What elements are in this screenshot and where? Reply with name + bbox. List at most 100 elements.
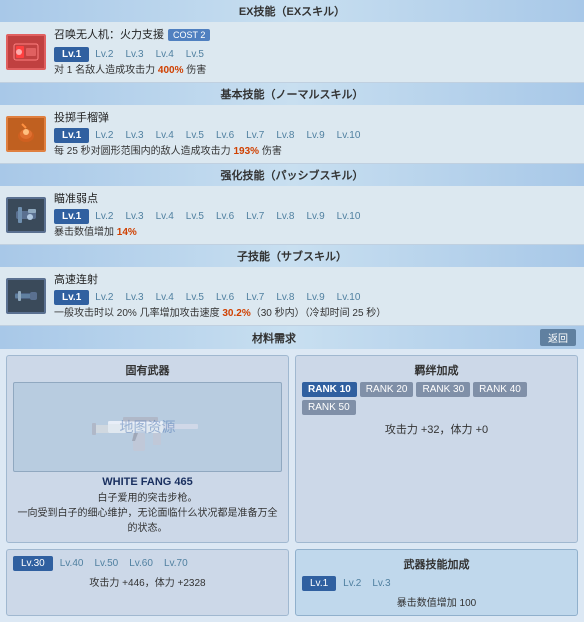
sub-lv2[interactable]: Lv.2 [89,290,119,305]
sub-lv9[interactable]: Lv.9 [300,290,330,305]
weapon-skill-panel: 武器技能加成 Lv.1 Lv.2 Lv.3 暴击数值增加 100 [295,549,578,616]
rank-10-button[interactable]: RANK 10 [302,382,357,397]
bonus-panel-title: 羁绊加成 [302,362,571,378]
materials-header: 材料需求 返回 [0,326,584,349]
enhance-skill-content: 瞄准弱点 Lv.1 Lv.2 Lv.3 Lv.4 Lv.5 Lv.6 Lv.7 … [54,190,578,240]
ex-lv4[interactable]: Lv.4 [150,47,180,62]
ex-skill-icon [6,34,46,70]
weapon-skill-header: 武器技能加成 [302,556,571,572]
basic-lv5[interactable]: Lv.5 [180,128,210,143]
enhance-lv4[interactable]: Lv.4 [150,209,180,224]
bonus-panel: 羁绊加成 RANK 10 RANK 20 RANK 30 RANK 40 RAN… [295,355,578,543]
weapon-desc: 白子爱用的突击步枪。 一向受到白子的细心维护，无论面临什么状况都是准备万全的状态… [13,491,282,536]
enhance-skill-name: 瞄准弱点 [54,193,98,205]
sub-skill-content: 高速连射 Lv.1 Lv.2 Lv.3 Lv.4 Lv.5 Lv.6 Lv.7 … [54,271,578,321]
enhance-skill-icon [6,197,46,233]
sub-skill-icon [6,278,46,314]
ex-lv1[interactable]: Lv.1 [54,47,89,62]
sub-lv6[interactable]: Lv.6 [210,290,240,305]
sub-lv5[interactable]: Lv.5 [180,290,210,305]
sub-lv1[interactable]: Lv.1 [54,290,89,305]
enhance-lv6[interactable]: Lv.6 [210,209,240,224]
basic-lv1[interactable]: Lv.1 [54,128,89,143]
enhance-lv9[interactable]: Lv.9 [300,209,330,224]
ws-lv2-button[interactable]: Lv.2 [339,576,365,591]
enhance-skill-header: 强化技能（パッシブスキル） [0,164,584,186]
sub-skill-desc: 一般攻击时以 20% 几率增加攻击速度 30.2%（30 秒内）（冷却时间 25… [54,307,578,321]
sub-lv10[interactable]: Lv.10 [331,290,367,305]
enhance-lv7[interactable]: Lv.7 [240,209,270,224]
basic-skill-name: 投掷手榴弹 [54,112,109,124]
sub-lv8[interactable]: Lv.8 [270,290,300,305]
basic-skill-section: 基本技能（ノーマルスキル） 投掷手榴弹 Lv.1 Lv.2 Lv.3 Lv.4 … [0,83,584,164]
enhance-lv3[interactable]: Lv.3 [119,209,149,224]
ex-skill-desc: 对 1 名敌人造成攻击力 400% 伤害 [54,64,578,78]
lv30-button[interactable]: Lv.30 [13,556,53,571]
lv70-button[interactable]: Lv.70 [160,556,192,571]
ws-lv1-button[interactable]: Lv.1 [302,576,336,591]
ex-lv5[interactable]: Lv.5 [180,47,210,62]
weapon-svg [88,397,208,457]
weapon-name: WHITE FANG 465 [13,476,282,488]
materials-header-title: 材料需求 [8,330,540,346]
lv50-button[interactable]: Lv.50 [90,556,122,571]
ex-lv2[interactable]: Lv.2 [89,47,119,62]
rank-buttons: RANK 10 RANK 20 RANK 30 RANK 40 RANK 50 [302,382,571,415]
basic-lv6[interactable]: Lv.6 [210,128,240,143]
cost-badge: COST 2 [168,29,210,41]
rank-20-button[interactable]: RANK 20 [360,382,414,397]
basic-lv7[interactable]: Lv.7 [240,128,270,143]
enhance-lv2[interactable]: Lv.2 [89,209,119,224]
return-button[interactable]: 返回 [540,329,576,346]
materials-body: 固有武器 [0,349,584,549]
sub-lv4[interactable]: Lv.4 [150,290,180,305]
basic-skill-row: 投掷手榴弹 Lv.1 Lv.2 Lv.3 Lv.4 Lv.5 Lv.6 Lv.7… [0,105,584,164]
level-items: Lv.30 Lv.40 Lv.50 Lv.60 Lv.70 [13,556,282,571]
ws-lv3-button[interactable]: Lv.3 [368,576,394,591]
bottom-row: Lv.30 Lv.40 Lv.50 Lv.60 Lv.70 攻击力 +446，体… [0,549,584,622]
enhance-skill-section: 强化技能（パッシブスキル） 瞄准弱点 Lv.1 Lv.2 Lv.3 Lv.4 L… [0,164,584,245]
enhance-lv10[interactable]: Lv.10 [331,209,367,224]
lv60-button[interactable]: Lv.60 [125,556,157,571]
enhance-skill-desc: 暴击数值增加 14% [54,226,578,240]
ex-skill-content: 召唤无人机：火力支援 COST 2 Lv.1 Lv.2 Lv.3 Lv.4 Lv… [54,26,578,78]
ex-skill-name: 召唤无人机：火力支援 [54,26,164,42]
weapon-image-area: 地图资源 [13,382,282,472]
enhance-level-bar: Lv.1 Lv.2 Lv.3 Lv.4 Lv.5 Lv.6 Lv.7 Lv.8 … [54,209,578,224]
enhance-lv5[interactable]: Lv.5 [180,209,210,224]
basic-level-bar: Lv.1 Lv.2 Lv.3 Lv.4 Lv.5 Lv.6 Lv.7 Lv.8 … [54,128,578,143]
weapon-skill-stat: 暴击数值增加 100 [302,594,571,609]
weapon-skill-level-items: Lv.1 Lv.2 Lv.3 [302,576,571,591]
sub-skill-name: 高速连射 [54,274,98,286]
rank-30-button[interactable]: RANK 30 [416,382,470,397]
weapon-panel: 固有武器 [6,355,289,543]
rank-50-button[interactable]: RANK 50 [302,400,356,415]
basic-lv10[interactable]: Lv.10 [331,128,367,143]
sub-skill-header: 子技能（サブスキル） [0,245,584,267]
basic-lv3[interactable]: Lv.3 [119,128,149,143]
lv40-button[interactable]: Lv.40 [56,556,88,571]
ex-skill-row: 召唤无人机：火力支援 COST 2 Lv.1 Lv.2 Lv.3 Lv.4 Lv… [0,22,584,83]
enhance-lv1[interactable]: Lv.1 [54,209,89,224]
basic-lv8[interactable]: Lv.8 [270,128,300,143]
basic-lv9[interactable]: Lv.9 [300,128,330,143]
rank-40-button[interactable]: RANK 40 [473,382,527,397]
level-panel: Lv.30 Lv.40 Lv.50 Lv.60 Lv.70 攻击力 +446，体… [6,549,289,616]
basic-skill-content: 投掷手榴弹 Lv.1 Lv.2 Lv.3 Lv.4 Lv.5 Lv.6 Lv.7… [54,109,578,159]
sub-skill-section: 子技能（サブスキル） 高速连射 Lv.1 Lv.2 Lv.3 Lv.4 Lv.5… [0,245,584,326]
enhance-skill-row: 瞄准弱点 Lv.1 Lv.2 Lv.3 Lv.4 Lv.5 Lv.6 Lv.7 … [0,186,584,245]
weapon-panel-title: 固有武器 [13,362,282,378]
materials-section: 材料需求 返回 固有武器 [0,326,584,622]
sub-level-bar: Lv.1 Lv.2 Lv.3 Lv.4 Lv.5 Lv.6 Lv.7 Lv.8 … [54,290,578,305]
basic-lv4[interactable]: Lv.4 [150,128,180,143]
sub-skill-row: 高速连射 Lv.1 Lv.2 Lv.3 Lv.4 Lv.5 Lv.6 Lv.7 … [0,267,584,326]
sub-lv3[interactable]: Lv.3 [119,290,149,305]
level-stat: 攻击力 +446，体力 +2328 [13,574,282,589]
basic-skill-header: 基本技能（ノーマルスキル） [0,83,584,105]
basic-skill-icon [6,116,46,152]
ex-lv3[interactable]: Lv.3 [119,47,149,62]
enhance-lv8[interactable]: Lv.8 [270,209,300,224]
sub-lv7[interactable]: Lv.7 [240,290,270,305]
basic-lv2[interactable]: Lv.2 [89,128,119,143]
bonus-stat: 攻击力 +32，体力 +0 [302,421,571,437]
